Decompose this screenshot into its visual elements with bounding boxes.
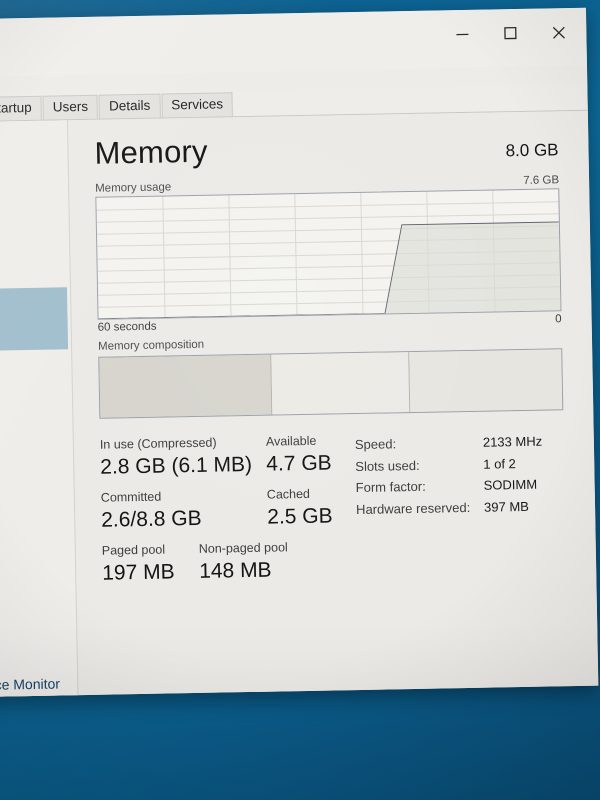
open-resource-monitor-link[interactable]: pen Resource Monitor <box>0 676 60 695</box>
stat-value: 2.5 GB <box>267 504 333 529</box>
stat-value: SODIMM <box>483 476 538 493</box>
axis-label-duration: 60 seconds <box>97 320 157 334</box>
stat-paged-pool: Paged pool 197 MB <box>102 541 200 587</box>
usage-graph-label: Memory usage <box>95 181 172 195</box>
tab-startup[interactable]: Startup <box>0 95 42 122</box>
close-icon[interactable] <box>534 14 583 51</box>
stat-form-factor: Form factor: SODIMM <box>356 473 565 498</box>
stat-value: 397 MB <box>483 498 530 515</box>
composition-segment-in-use[interactable] <box>99 354 273 418</box>
stat-value: 197 MB <box>102 560 175 585</box>
stat-value: 2133 MHz <box>482 433 543 450</box>
usage-graph-max: 7.6 GB <box>523 174 560 187</box>
stat-cached: Cached 2.5 GB <box>267 485 357 531</box>
sidebar-item-gpu[interactable]: Graphics ... <box>0 513 72 578</box>
stat-row-in-use: In use (Compressed) 2.8 GB (6.1 MB) Avai… <box>100 432 356 481</box>
stat-label: Non-paged pool <box>198 540 288 556</box>
memory-usage-graph[interactable] <box>95 188 562 320</box>
total-memory-value: 8.0 GB <box>505 140 559 161</box>
desktop-photo: pp history Startup Users Details Service… <box>0 0 600 800</box>
stat-key: Slots used: <box>355 457 420 474</box>
maximize-icon[interactable] <box>486 15 535 52</box>
stat-value: 148 MB <box>198 558 272 583</box>
stat-value: 1 of 2 <box>483 455 516 472</box>
composition-segment-free[interactable] <box>408 349 563 413</box>
sidebar-item-disk[interactable]: E:) <box>0 349 69 414</box>
page-title: Memory <box>94 133 208 171</box>
stat-hardware-reserved: Hardware reserved: 397 MB <box>356 495 565 520</box>
stat-value: 2.6/8.8 GB <box>101 506 202 532</box>
window-body: Hz 8%) E:) Mbps Graphics ... pen Resourc… <box>0 110 599 699</box>
sidebar-item-cpu[interactable]: Hz <box>0 225 67 290</box>
stat-committed: Committed 2.6/8.8 GB <box>101 487 268 534</box>
memory-pane: Memory 8.0 GB Memory usage 7.6 GB 60 sec… <box>68 111 598 698</box>
stat-in-use: In use (Compressed) 2.8 GB (6.1 MB) <box>100 434 267 481</box>
stat-available: Available 4.7 GB <box>266 432 356 478</box>
stat-label: Cached <box>266 486 311 502</box>
window-controls <box>438 14 583 53</box>
stat-key: Form factor: <box>355 478 426 496</box>
stat-speed: Speed: 2133 MHz <box>355 430 564 455</box>
stat-label: Available <box>265 433 317 449</box>
axis-label-zero: 0 <box>555 313 562 326</box>
memory-usage-plot <box>96 189 561 318</box>
sidebar-item-network[interactable]: Mbps <box>0 451 71 516</box>
resource-list: Hz 8%) E:) Mbps Graphics ... pen Resourc… <box>0 120 79 699</box>
stat-key: Speed: <box>354 436 397 453</box>
sidebar-item-memory[interactable]: 8%) <box>0 287 69 353</box>
stat-row-committed: Committed 2.6/8.8 GB Cached 2.5 GB <box>101 485 357 534</box>
statistics-left-column: In use (Compressed) 2.8 GB (6.1 MB) Avai… <box>100 432 358 596</box>
memory-statistics: In use (Compressed) 2.8 GB (6.1 MB) Avai… <box>100 428 567 595</box>
stat-key: Hardware reserved: <box>355 499 471 517</box>
minimize-icon[interactable] <box>438 16 487 53</box>
stat-row-pools: Paged pool 197 MB Non-paged pool 148 MB <box>102 538 358 587</box>
stat-value: 4.7 GB <box>266 451 332 476</box>
stat-value: 2.8 GB (6.1 MB) <box>100 452 253 479</box>
tab-details[interactable]: Details <box>98 93 161 120</box>
composition-segment-modified-standby[interactable] <box>271 352 410 415</box>
pane-header: Memory 8.0 GB <box>94 127 559 171</box>
task-manager-window: pp history Startup Users Details Service… <box>0 7 599 699</box>
stat-label: Paged pool <box>101 542 166 558</box>
stat-non-paged-pool: Non-paged pool 148 MB <box>199 539 320 585</box>
memory-composition-bar[interactable] <box>98 348 564 419</box>
statistics-right-column: Speed: 2133 MHz Slots used: 1 of 2 Form … <box>355 428 567 591</box>
tab-services[interactable]: Services <box>161 92 234 119</box>
tab-users[interactable]: Users <box>42 94 99 121</box>
